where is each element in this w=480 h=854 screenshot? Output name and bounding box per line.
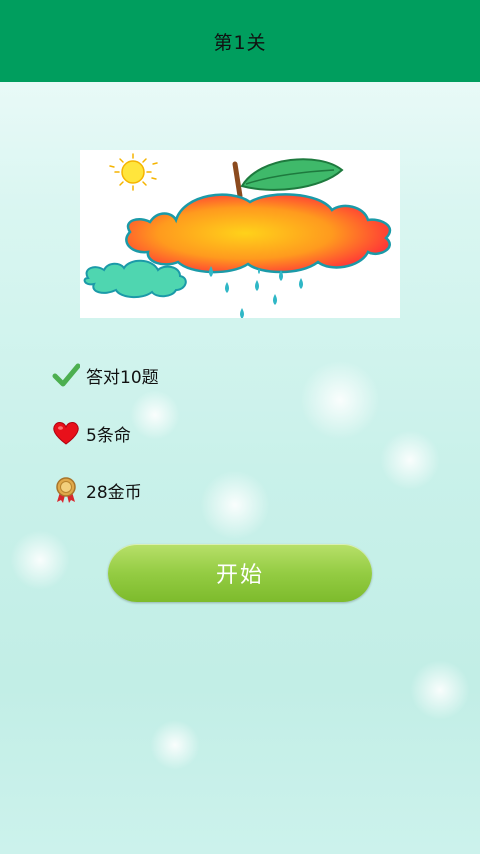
level-screen: 第1关 答对10题 5条命 28金币 开始 — [0, 0, 480, 854]
background-sparkle — [200, 470, 270, 540]
background-sparkle — [410, 660, 470, 720]
background-sparkle — [10, 530, 70, 590]
heart-icon — [52, 419, 80, 447]
background-sparkle — [380, 430, 440, 490]
background-sparkle — [150, 720, 200, 770]
requirement-lives: 5条命 — [52, 417, 131, 449]
background-sparkle — [130, 390, 180, 440]
title-bar: 第1关 — [0, 0, 480, 82]
requirement-label: 5条命 — [86, 425, 131, 446]
requirement-coins: 28金币 — [52, 474, 142, 506]
background-sparkle — [300, 360, 380, 440]
start-button-label: 开始 — [215, 563, 264, 588]
level-illustration — [80, 150, 400, 319]
start-button[interactable]: 开始 — [108, 544, 372, 602]
requirement-label: 答对10题 — [86, 367, 159, 388]
sun-icon — [109, 153, 158, 191]
level-title: 第1关 — [213, 31, 267, 54]
requirement-correct-answers: 答对10题 — [52, 359, 159, 391]
checkmark-icon — [52, 361, 80, 389]
medal-icon — [52, 476, 80, 504]
requirement-label: 28金币 — [86, 482, 142, 503]
cloud-apple-picture — [83, 153, 392, 319]
